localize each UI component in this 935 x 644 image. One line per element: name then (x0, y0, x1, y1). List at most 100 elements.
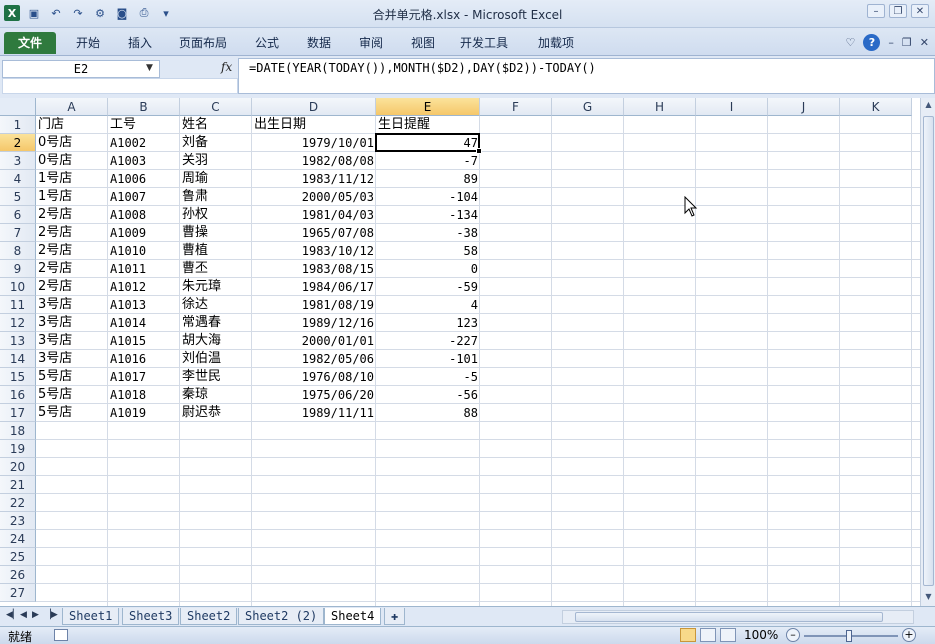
cell-D7[interactable]: 1965/07/08 (252, 224, 376, 242)
column-header-B[interactable]: B (108, 98, 180, 116)
cell-A11[interactable]: 3号店 (36, 296, 108, 314)
row-header-5[interactable]: 5 (0, 188, 36, 206)
ribbon-tab-8[interactable]: 开发工具 (454, 32, 514, 54)
ribbon-tab-7[interactable]: 视图 (404, 32, 442, 54)
print-preview-icon[interactable]: ⎙ (136, 5, 152, 21)
cell-D10[interactable]: 1984/06/17 (252, 278, 376, 296)
name-box-dropdown-icon[interactable]: ▼ (146, 63, 153, 73)
row-header-2[interactable]: 2 (0, 134, 36, 152)
cell-C1[interactable]: 姓名 (180, 116, 252, 134)
excel-logo-icon[interactable]: X (4, 5, 20, 21)
cell-A1[interactable]: 门店 (36, 116, 108, 134)
cell-C15[interactable]: 李世民 (180, 368, 252, 386)
cell-C6[interactable]: 孙权 (180, 206, 252, 224)
column-header-F[interactable]: F (480, 98, 552, 116)
first-sheet-icon[interactable]: ◀▏ (6, 610, 20, 620)
ribbon-collapse-icon[interactable]: ♡ (846, 36, 856, 49)
select-all-corner[interactable] (0, 98, 36, 116)
cell-B14[interactable]: A1016 (108, 350, 180, 368)
cell-C10[interactable]: 朱元璋 (180, 278, 252, 296)
cell-E7[interactable]: -38 (376, 224, 480, 242)
prev-sheet-icon[interactable]: ◀ (20, 610, 27, 620)
cell-A13[interactable]: 3号店 (36, 332, 108, 350)
cell-A3[interactable]: 0号店 (36, 152, 108, 170)
cell-D14[interactable]: 1982/05/06 (252, 350, 376, 368)
row-header-4[interactable]: 4 (0, 170, 36, 188)
ribbon-tab-0[interactable]: 文件 (4, 32, 56, 54)
cell-D1[interactable]: 出生日期 (252, 116, 376, 134)
cell-D11[interactable]: 1981/08/19 (252, 296, 376, 314)
cell-C8[interactable]: 曹植 (180, 242, 252, 260)
formula-input[interactable]: =DATE(YEAR(TODAY()),MONTH($D2),DAY($D2))… (238, 58, 935, 94)
cell-B16[interactable]: A1018 (108, 386, 180, 404)
cell-A8[interactable]: 2号店 (36, 242, 108, 260)
zoom-out-icon[interactable]: – (786, 628, 800, 642)
ribbon-tab-3[interactable]: 页面布局 (172, 32, 234, 54)
row-header-23[interactable]: 23 (0, 512, 36, 530)
row-header-3[interactable]: 3 (0, 152, 36, 170)
minimize-icon[interactable]: – (867, 4, 885, 18)
cell-C14[interactable]: 刘伯温 (180, 350, 252, 368)
row-header-17[interactable]: 17 (0, 404, 36, 422)
sheet-tab-2[interactable]: Sheet2 (180, 608, 238, 625)
cell-E13[interactable]: -227 (376, 332, 480, 350)
cell-B4[interactable]: A1006 (108, 170, 180, 188)
column-header-G[interactable]: G (552, 98, 624, 116)
cell-C9[interactable]: 曹丕 (180, 260, 252, 278)
cell-A16[interactable]: 5号店 (36, 386, 108, 404)
cell-B6[interactable]: A1008 (108, 206, 180, 224)
page-break-view-icon[interactable] (720, 628, 736, 642)
cell-D15[interactable]: 1976/08/10 (252, 368, 376, 386)
cell-B11[interactable]: A1013 (108, 296, 180, 314)
row-header-20[interactable]: 20 (0, 458, 36, 476)
customize-toolbar-icon[interactable]: ▾ (158, 5, 174, 21)
cell-D16[interactable]: 1975/06/20 (252, 386, 376, 404)
cell-D6[interactable]: 1981/04/03 (252, 206, 376, 224)
next-sheet-icon[interactable]: ▶ (32, 610, 39, 620)
scroll-down-icon[interactable]: ▼ (923, 592, 934, 604)
ribbon-tab-4[interactable]: 公式 (248, 32, 286, 54)
ribbon-tab-6[interactable]: 审阅 (352, 32, 390, 54)
row-header-16[interactable]: 16 (0, 386, 36, 404)
row-header-12[interactable]: 12 (0, 314, 36, 332)
workbook-minimize-icon[interactable]: – (888, 36, 894, 49)
row-header-18[interactable]: 18 (0, 422, 36, 440)
cell-A12[interactable]: 3号店 (36, 314, 108, 332)
row-header-13[interactable]: 13 (0, 332, 36, 350)
cell-D17[interactable]: 1989/11/11 (252, 404, 376, 422)
cell-B9[interactable]: A1011 (108, 260, 180, 278)
horizontal-scroll-thumb[interactable] (575, 612, 883, 622)
row-header-25[interactable]: 25 (0, 548, 36, 566)
column-header-D[interactable]: D (252, 98, 376, 116)
cell-C5[interactable]: 鲁肃 (180, 188, 252, 206)
cell-B17[interactable]: A1019 (108, 404, 180, 422)
cell-A17[interactable]: 5号店 (36, 404, 108, 422)
undo-icon[interactable]: ↶ (48, 5, 64, 21)
row-header-6[interactable]: 6 (0, 206, 36, 224)
cell-C3[interactable]: 关羽 (180, 152, 252, 170)
cell-C2[interactable]: 刘备 (180, 134, 252, 152)
cell-A15[interactable]: 5号店 (36, 368, 108, 386)
close-icon[interactable]: ✕ (911, 4, 929, 18)
row-header-22[interactable]: 22 (0, 494, 36, 512)
vertical-scroll-thumb[interactable] (923, 116, 934, 586)
help-icon[interactable]: ? (863, 34, 881, 51)
row-header-26[interactable]: 26 (0, 566, 36, 584)
workbook-restore-icon[interactable]: ❐ (902, 36, 912, 49)
row-header-14[interactable]: 14 (0, 350, 36, 368)
restore-icon[interactable]: ❐ (889, 4, 907, 18)
cell-E10[interactable]: -59 (376, 278, 480, 296)
cell-D4[interactable]: 1983/11/12 (252, 170, 376, 188)
cell-C7[interactable]: 曹操 (180, 224, 252, 242)
column-header-A[interactable]: A (36, 98, 108, 116)
cell-E6[interactable]: -134 (376, 206, 480, 224)
row-header-10[interactable]: 10 (0, 278, 36, 296)
cell-A2[interactable]: 0号店 (36, 134, 108, 152)
save-icon[interactable]: ▣ (26, 5, 42, 21)
column-header-I[interactable]: I (696, 98, 768, 116)
cell-A5[interactable]: 1号店 (36, 188, 108, 206)
column-header-E[interactable]: E (376, 98, 480, 116)
cell-D12[interactable]: 1989/12/16 (252, 314, 376, 332)
cell-E5[interactable]: -104 (376, 188, 480, 206)
cell-B5[interactable]: A1007 (108, 188, 180, 206)
